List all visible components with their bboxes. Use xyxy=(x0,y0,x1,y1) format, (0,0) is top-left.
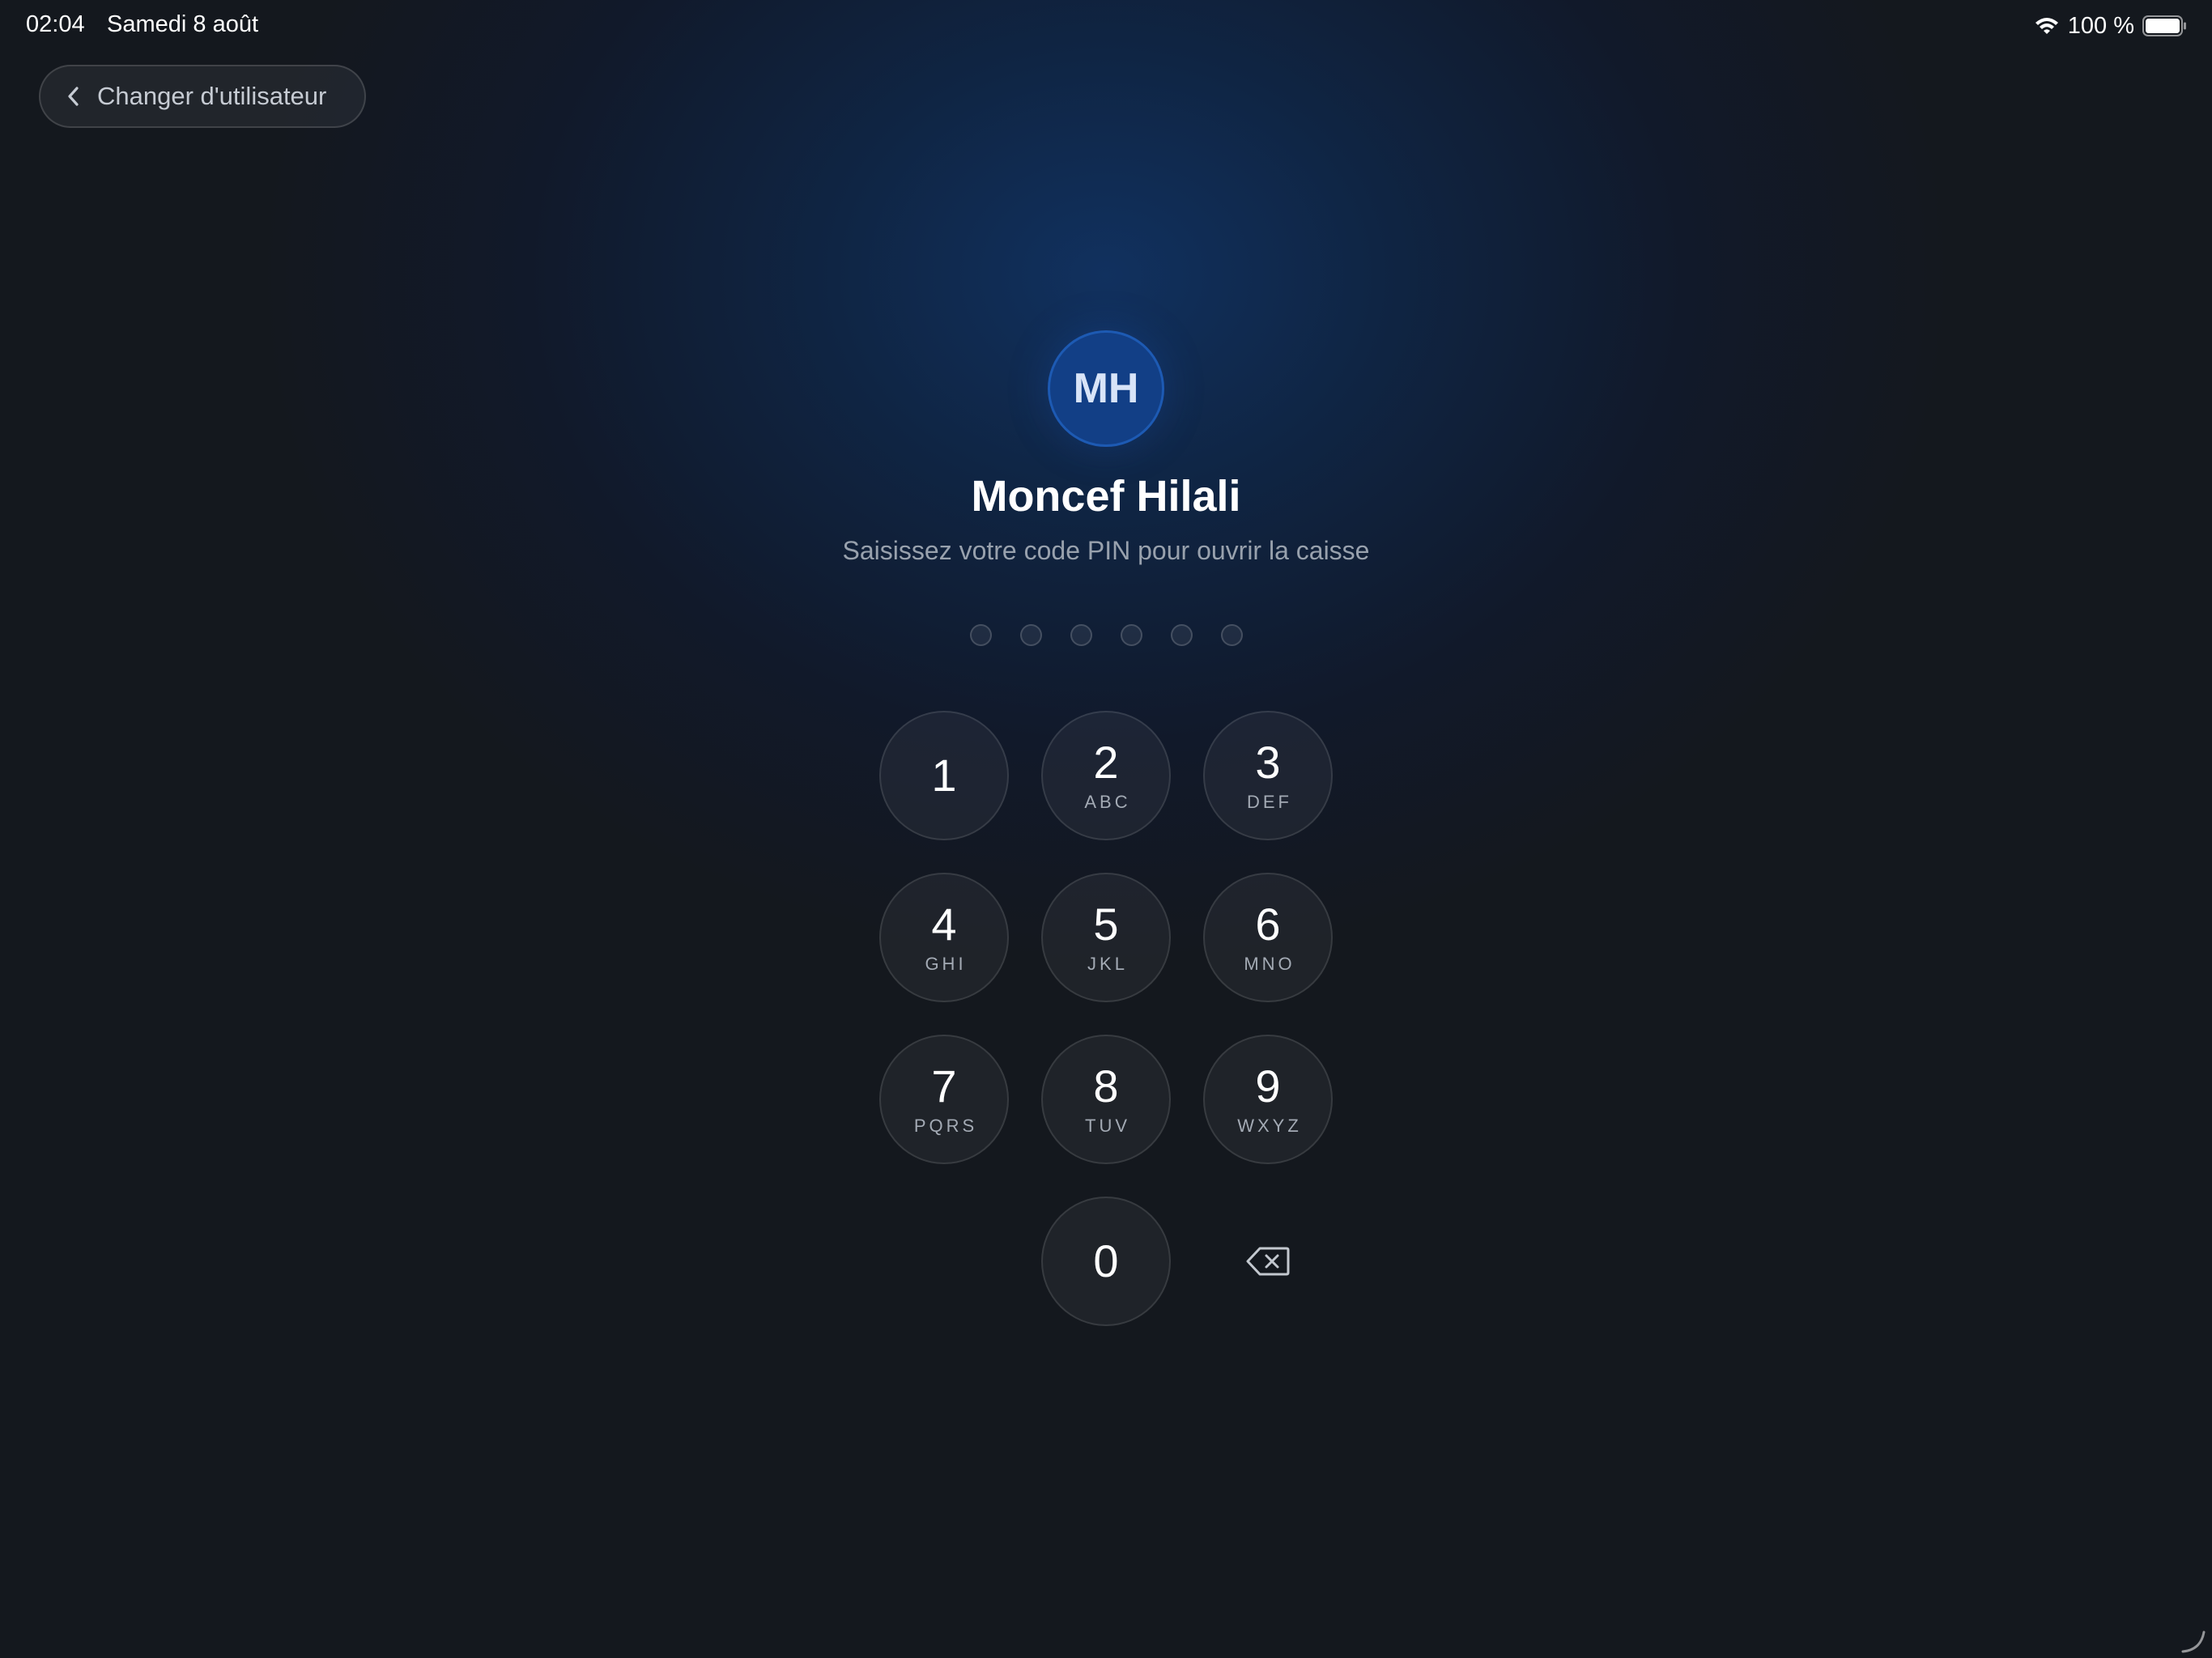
pin-dot xyxy=(1220,624,1243,646)
pin-dot xyxy=(1170,624,1193,646)
key-letters: MNO xyxy=(1244,954,1295,974)
pin-keypad: 1 2 ABC 3 DEF 4 GHI 5 JKL 6 MNO 7 PQRS 8… xyxy=(879,711,1333,1326)
avatar: MH xyxy=(1048,330,1164,447)
key-2[interactable]: 2 ABC xyxy=(1041,711,1171,840)
key-9[interactable]: 9 WXYZ xyxy=(1203,1035,1333,1164)
pin-indicator xyxy=(0,624,2212,646)
change-user-button[interactable]: Changer d'utilisateur xyxy=(39,65,366,128)
change-user-label: Changer d'utilisateur xyxy=(97,82,327,110)
key-digit: 4 xyxy=(931,899,957,950)
key-digit: 8 xyxy=(1093,1061,1119,1112)
key-letters: TUV xyxy=(1085,1116,1130,1136)
key-letters: JKL xyxy=(1087,954,1128,974)
delete-button[interactable] xyxy=(1203,1197,1333,1326)
key-1[interactable]: 1 xyxy=(879,711,1009,840)
key-digit: 1 xyxy=(931,750,957,801)
key-7[interactable]: 7 PQRS xyxy=(879,1035,1009,1164)
key-digit: 0 xyxy=(1093,1235,1119,1286)
pin-dot xyxy=(1120,624,1142,646)
pin-dot xyxy=(969,624,992,646)
pin-dot xyxy=(1019,624,1042,646)
corner-indicator-icon xyxy=(2181,1630,2206,1653)
user-name: Moncef Hilali xyxy=(971,472,1241,521)
key-digit: 2 xyxy=(1093,737,1119,788)
key-letters: WXYZ xyxy=(1237,1116,1302,1136)
status-date: Samedi 8 août xyxy=(107,11,259,37)
pin-prompt: Saisissez votre code PIN pour ouvrir la … xyxy=(842,536,1370,565)
key-letters: GHI xyxy=(925,954,967,974)
keypad-spacer xyxy=(879,1197,1009,1326)
key-6[interactable]: 6 MNO xyxy=(1203,873,1333,1002)
key-digit: 6 xyxy=(1255,899,1281,950)
key-4[interactable]: 4 GHI xyxy=(879,873,1009,1002)
chevron-left-icon xyxy=(68,87,79,106)
backspace-icon xyxy=(1246,1247,1290,1276)
key-3[interactable]: 3 DEF xyxy=(1203,711,1333,840)
key-0[interactable]: 0 xyxy=(1041,1197,1171,1326)
key-letters: DEF xyxy=(1247,792,1292,812)
key-letters: PQRS xyxy=(913,1116,978,1136)
key-8[interactable]: 8 TUV xyxy=(1041,1035,1171,1164)
key-5[interactable]: 5 JKL xyxy=(1041,873,1171,1002)
key-digit: 7 xyxy=(931,1061,957,1112)
battery-percentage: 100 % xyxy=(2067,12,2134,39)
status-time: 02:04 xyxy=(26,11,85,37)
pin-dot xyxy=(1070,624,1092,646)
key-digit: 3 xyxy=(1255,737,1281,788)
key-letters: ABC xyxy=(1084,792,1131,812)
key-digit: 9 xyxy=(1255,1061,1281,1112)
wifi-icon xyxy=(2035,18,2058,34)
battery-icon xyxy=(2142,15,2186,36)
key-digit: 5 xyxy=(1093,899,1119,950)
status-indicators: 100 % xyxy=(2034,10,2188,42)
